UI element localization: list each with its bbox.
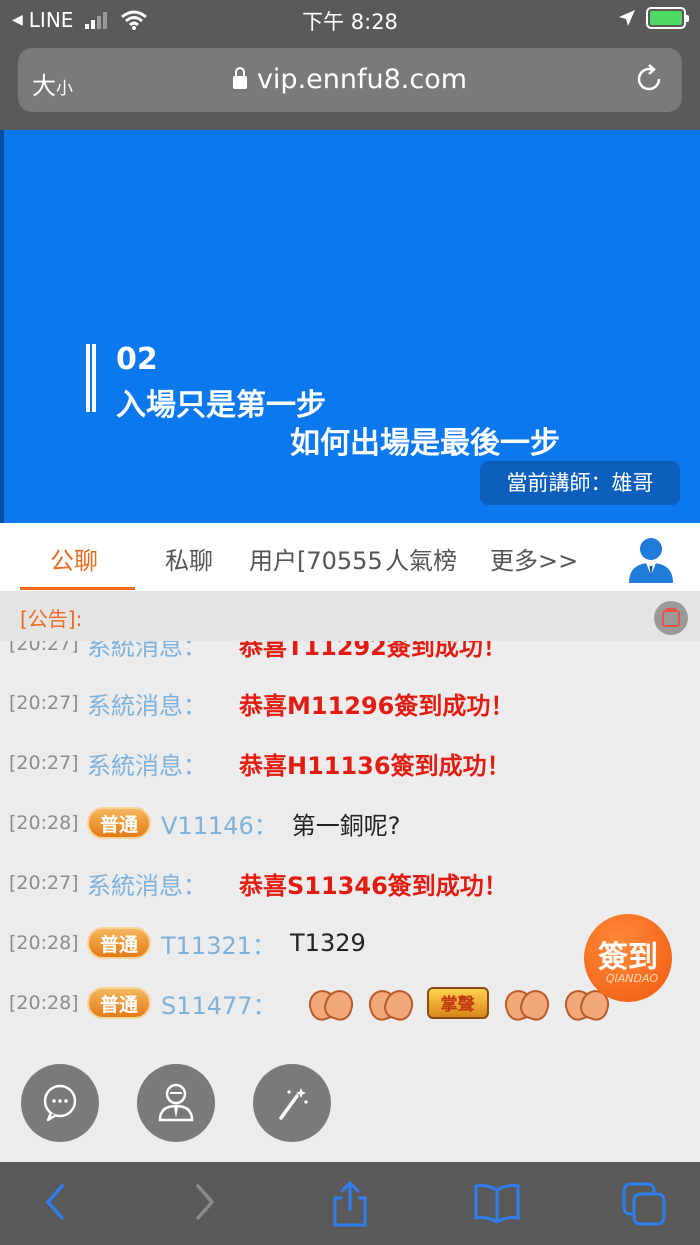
battery-icon xyxy=(646,7,689,29)
lock-icon xyxy=(232,67,247,89)
checkin-label: 簽到 xyxy=(598,940,658,975)
active-tab-indicator xyxy=(20,587,135,590)
tab-more[interactable]: 更多>> xyxy=(490,541,578,576)
chat-message: [20:28] 普通 V11146： 第一銅呢? xyxy=(0,803,700,843)
magic-wand-icon xyxy=(279,1088,308,1120)
teacher-icon xyxy=(158,1083,194,1122)
forward-icon[interactable] xyxy=(188,1180,220,1224)
clock: 下午 8:28 xyxy=(302,10,398,34)
banner-number: 02 xyxy=(116,342,158,377)
clap-emoji-icon xyxy=(307,988,353,1018)
teacher-profile-button[interactable] xyxy=(137,1064,215,1142)
emoji-stickers: 掌聲 xyxy=(307,987,609,1019)
chat-input-button[interactable] xyxy=(21,1064,99,1142)
effects-button[interactable] xyxy=(253,1064,331,1142)
teacher-avatar-icon[interactable] xyxy=(624,531,678,585)
user-level-badge: 普通 xyxy=(87,987,151,1019)
status-bar: ◀ LINE 下午 8:28 xyxy=(0,0,700,40)
tab-users[interactable]: 用户[70555] xyxy=(249,541,392,576)
tabs-icon[interactable] xyxy=(620,1180,668,1226)
announcement-label: [公告]: xyxy=(20,607,83,631)
browser-chrome: 大小 vip.ennfu8.com xyxy=(0,40,700,130)
username[interactable]: S11477： xyxy=(161,986,277,1021)
checkin-button[interactable]: 簽到 QIANDAO xyxy=(584,914,672,1002)
user-level-badge: 普通 xyxy=(87,807,151,839)
chat-message: [20:27] 系統消息： 恭喜S11346簽到成功！ xyxy=(9,871,508,900)
reload-icon[interactable] xyxy=(632,62,666,96)
chat-tabs: 公聊 私聊 用户[70555] 人氣榜 更多>> xyxy=(0,523,700,591)
tab-private-chat[interactable]: 私聊 xyxy=(165,541,213,576)
chat-messages[interactable]: [20:27] 系統消息： 恭喜T11292簽到成功！ [20:27] 系統消息… xyxy=(0,641,700,1061)
announcement-bar: [公告]: xyxy=(0,591,700,641)
banner-decoration xyxy=(86,344,96,412)
tab-ranking[interactable]: 人氣榜 xyxy=(385,541,457,576)
video-banner: 02 入場只是第一步 如何出場是最後一步 當前講師：雄哥 xyxy=(0,130,700,523)
address-bar[interactable]: 大小 vip.ennfu8.com xyxy=(18,48,682,112)
back-icon[interactable] xyxy=(40,1180,72,1224)
bookmarks-icon[interactable] xyxy=(473,1180,521,1224)
clap-emoji-icon xyxy=(367,988,413,1018)
browser-toolbar xyxy=(0,1162,700,1245)
banner-line-2: 如何出場是最後一步 xyxy=(290,426,560,461)
chat-message: [20:28] 普通 S11477： 掌聲 xyxy=(0,983,700,1023)
location-arrow-icon xyxy=(619,10,635,26)
chat-message: [20:27] 系統消息： 恭喜T11292簽到成功！ xyxy=(9,641,507,661)
user-level-badge: 普通 xyxy=(87,927,151,959)
tab-public-chat[interactable]: 公聊 xyxy=(50,541,98,576)
applause-sticker: 掌聲 xyxy=(426,987,489,1019)
clap-emoji-icon xyxy=(503,988,549,1018)
current-teacher-badge: 當前講師：雄哥 xyxy=(480,461,680,505)
chat-message: [20:27] 系統消息： 恭喜M11296簽到成功！ xyxy=(9,691,515,720)
announcement-toggle-icon[interactable] xyxy=(654,601,688,635)
checkin-sublabel: QIANDAO xyxy=(605,972,659,985)
chat-bubble-icon xyxy=(43,1084,77,1122)
url-text: vip.ennfu8.com xyxy=(256,64,468,95)
username[interactable]: T11321： xyxy=(161,926,276,961)
share-icon[interactable] xyxy=(330,1180,370,1228)
username[interactable]: V11146： xyxy=(161,806,278,841)
chat-message: [20:27] 系統消息： 恭喜H11136簽到成功！ xyxy=(9,751,511,780)
